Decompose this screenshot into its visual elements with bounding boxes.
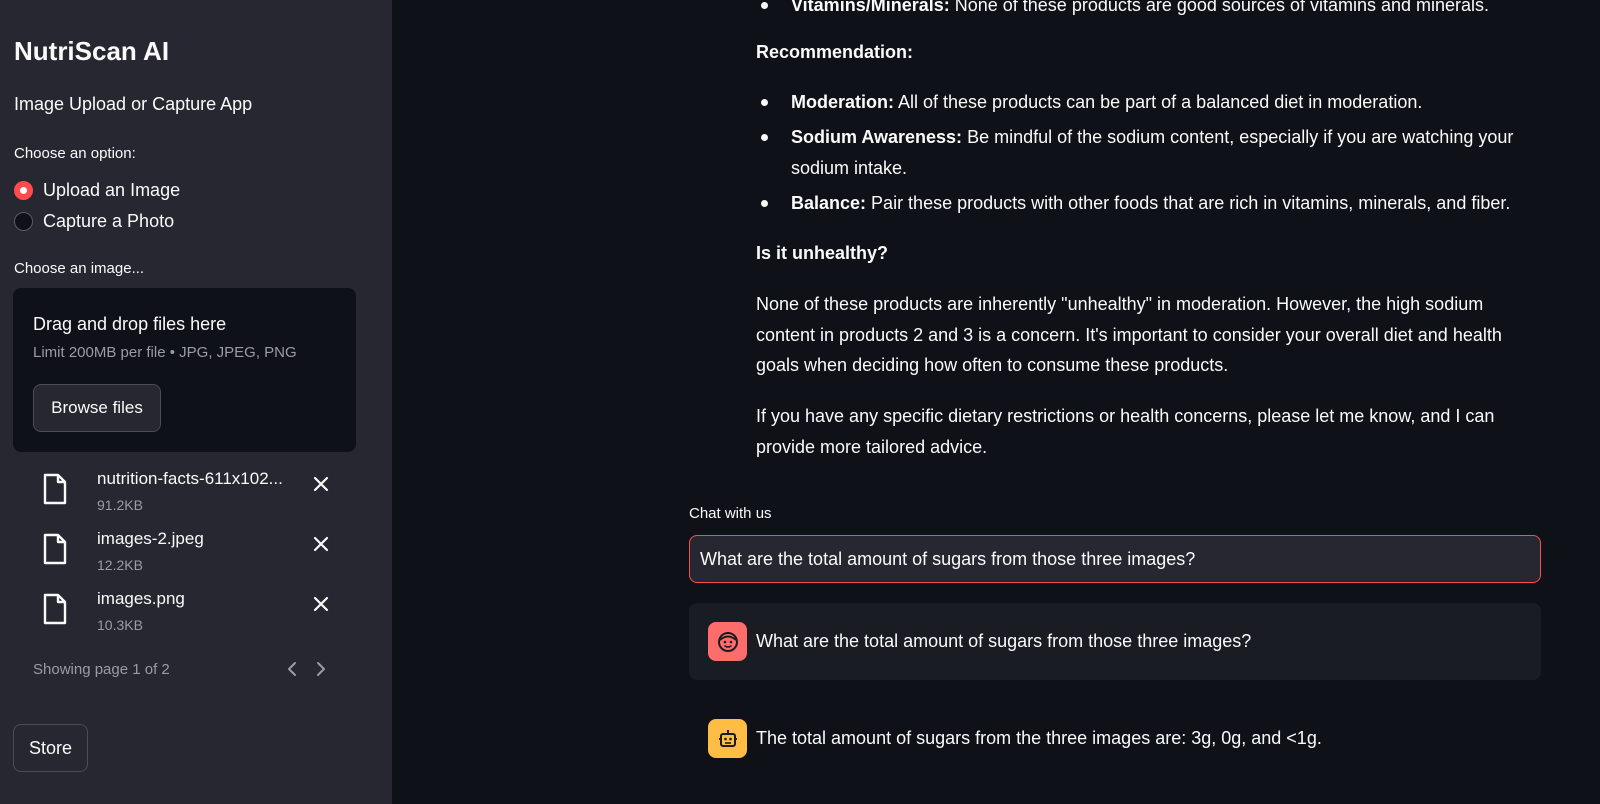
chat-input-label: Chat with us xyxy=(689,505,772,522)
uploader-label: Choose an image... xyxy=(14,260,145,277)
file-name: nutrition-facts-611x102... xyxy=(97,469,283,488)
response-paragraph: None of these products are inherently "u… xyxy=(756,294,1502,375)
recommendation-heading: Recommendation: xyxy=(756,42,914,62)
file-name: images-2.jpeg xyxy=(97,529,204,548)
file-icon xyxy=(43,593,67,625)
browse-files-button[interactable]: Browse files xyxy=(33,384,161,432)
close-icon[interactable] xyxy=(312,475,330,493)
unhealthy-heading: Is it unhealthy? xyxy=(756,243,889,263)
chat-message-user: What are the total amount of sugars from… xyxy=(689,603,1541,680)
chat-input[interactable]: What are the total amount of sugars from… xyxy=(689,535,1541,583)
bullet-label: Moderation: xyxy=(791,92,894,112)
file-dropzone[interactable]: Drag and drop files here Limit 200MB per… xyxy=(13,288,356,452)
main-content: Vitamins/Minerals: None of these product… xyxy=(392,0,1600,804)
pagination-text: Showing page 1 of 2 xyxy=(33,661,170,678)
file-icon xyxy=(43,533,67,565)
bullet-text: None of these products are good sources … xyxy=(949,0,1490,15)
radio-selected-icon[interactable] xyxy=(14,180,33,200)
file-size: 91.2KB xyxy=(97,497,143,513)
store-button[interactable]: Store xyxy=(13,724,88,772)
app-subtitle: Image Upload or Capture App xyxy=(14,94,253,114)
radio-upload-image[interactable]: Upload an Image xyxy=(14,178,180,202)
face-icon xyxy=(717,631,738,652)
file-icon xyxy=(43,473,67,505)
response-paragraph: If you have any specific dietary restric… xyxy=(756,406,1495,457)
bullet-text: All of these products can be part of a b… xyxy=(894,92,1423,112)
file-size: 12.2KB xyxy=(97,557,143,573)
chevron-left-icon[interactable] xyxy=(284,660,300,678)
bullet-label: Balance: xyxy=(791,193,867,213)
radio-unselected-icon[interactable] xyxy=(14,211,33,231)
file-size: 10.3KB xyxy=(97,617,143,633)
file-name: images.png xyxy=(97,589,185,608)
chat-message-assistant: The total amount of sugars from the thre… xyxy=(689,700,1541,777)
radio-capture-photo[interactable]: Capture a Photo xyxy=(14,209,174,233)
uploaded-file-item: images-2.jpeg 12.2KB xyxy=(40,527,340,579)
close-icon[interactable] xyxy=(312,535,330,553)
uploaded-file-item: images.png 10.3KB xyxy=(40,587,340,639)
radio-group-label: Choose an option: xyxy=(14,145,136,162)
chat-message-text: The total amount of sugars from the thre… xyxy=(756,728,1322,748)
radio-option-label: Upload an Image xyxy=(43,179,181,200)
robot-icon xyxy=(718,729,737,747)
uploaded-file-item: nutrition-facts-611x102... 91.2KB xyxy=(40,467,340,519)
chat-message-text: What are the total amount of sugars from… xyxy=(756,631,1252,651)
bullet-label: Vitamins/Minerals: xyxy=(791,0,950,15)
close-icon[interactable] xyxy=(312,595,330,613)
chevron-right-icon[interactable] xyxy=(313,660,329,678)
bullet-label: Sodium Awareness: xyxy=(791,127,963,147)
sidebar: NutriScan AI Image Upload or Capture App… xyxy=(0,0,392,804)
dropzone-title: Drag and drop files here xyxy=(33,314,227,334)
radio-option-label: Capture a Photo xyxy=(43,210,175,231)
user-avatar xyxy=(708,622,747,661)
bot-avatar xyxy=(708,719,747,758)
app-title: NutriScan AI xyxy=(14,36,170,66)
bullet-text: Pair these products with other foods tha… xyxy=(866,193,1511,213)
dropzone-limit: Limit 200MB per file • JPG, JPEG, PNG xyxy=(33,344,297,361)
